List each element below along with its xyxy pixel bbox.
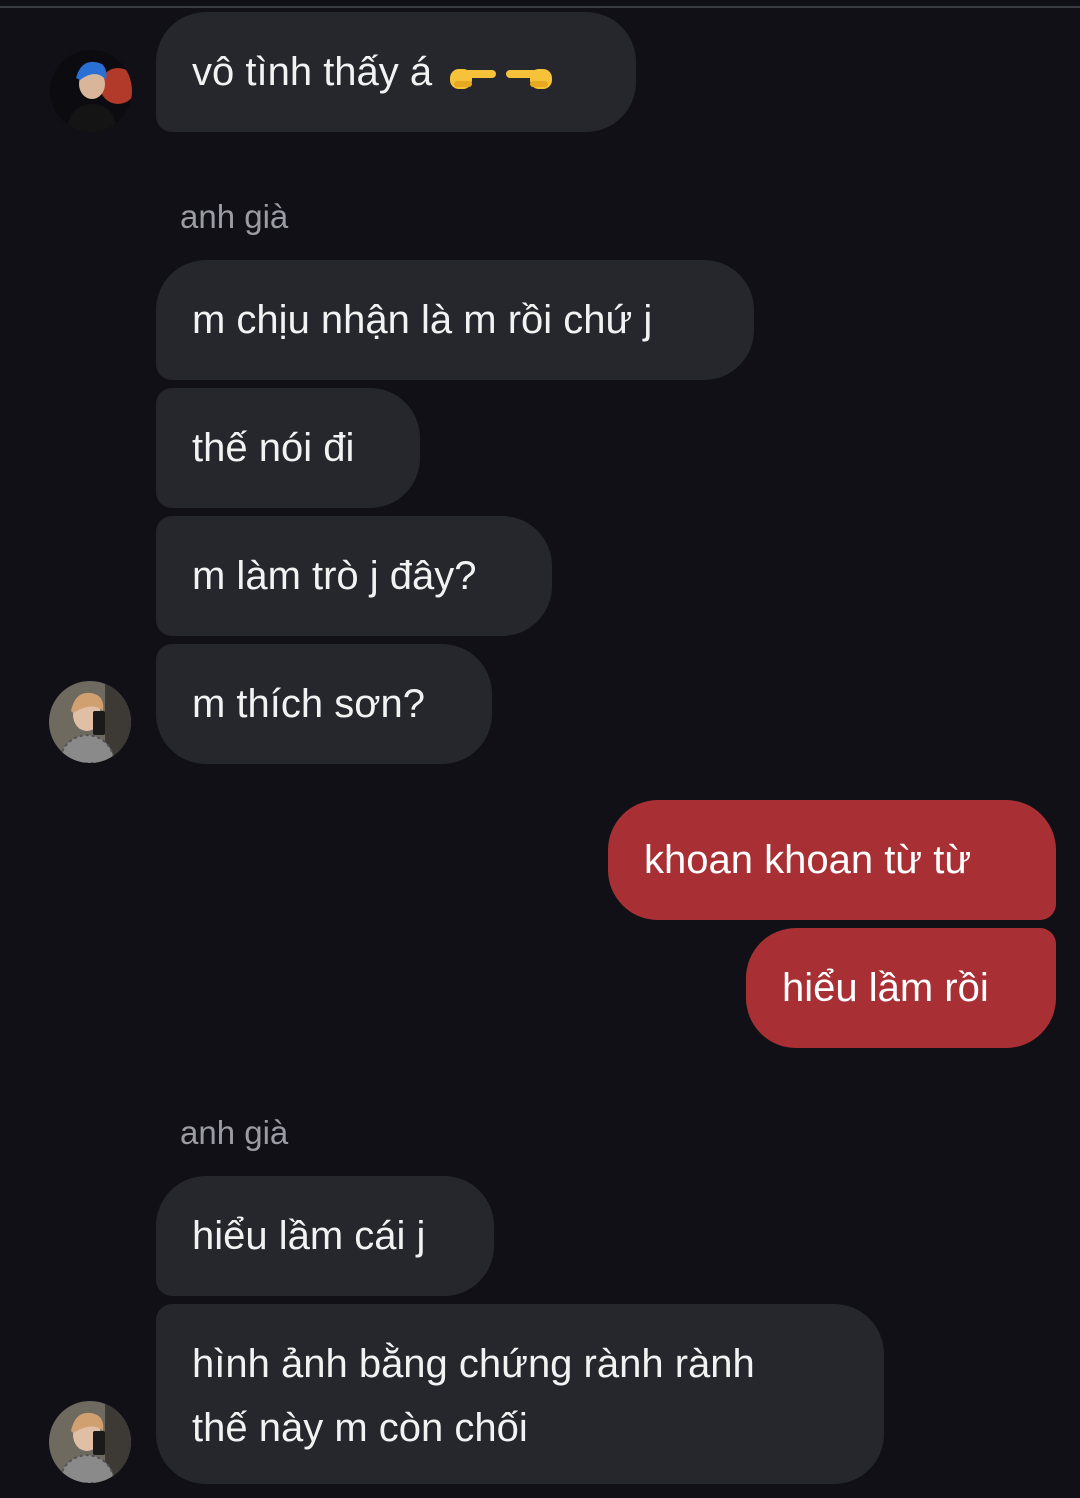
message-bubble[interactable]: khoan khoan từ từ xyxy=(608,800,1056,920)
contact-avatar[interactable] xyxy=(49,1401,131,1483)
pointing-fingers-emoji-icon xyxy=(446,52,556,92)
message-bubble[interactable]: vô tình thấy á xyxy=(156,12,636,132)
avatar-image xyxy=(50,50,132,132)
top-divider xyxy=(0,6,1080,8)
contact-avatar[interactable] xyxy=(50,50,132,132)
message-text: khoan khoan từ từ xyxy=(644,838,972,882)
message-text: hiểu lầm rồi xyxy=(782,966,989,1010)
contact-avatar[interactable] xyxy=(49,681,131,763)
message-bubble[interactable]: hiểu lầm cái j xyxy=(156,1176,494,1296)
avatar-image xyxy=(49,681,131,763)
message-bubble[interactable]: hình ảnh bằng chứng rành rành thế này m … xyxy=(156,1304,884,1484)
sender-name: anh già xyxy=(180,1114,289,1151)
message-text: m chịu nhận là m rồi chứ j xyxy=(192,298,653,342)
avatar-image xyxy=(49,1401,131,1483)
message-text: vô tình thấy á xyxy=(192,50,433,94)
message-bubble[interactable]: m chịu nhận là m rồi chứ j xyxy=(156,260,754,380)
message-text: m thích sơn? xyxy=(192,682,425,726)
message-bubble[interactable]: hiểu lầm rồi xyxy=(746,928,1056,1048)
message-text: hiểu lầm cái j xyxy=(192,1214,426,1258)
message-text-line: thế này m còn chối xyxy=(192,1406,528,1450)
message-text: thế nói đi xyxy=(192,426,355,470)
sender-name: anh già xyxy=(180,198,289,235)
message-text: m làm trò j đây? xyxy=(192,554,477,598)
message-text-line: hình ảnh bằng chứng rành rành xyxy=(192,1342,755,1386)
message-bubble[interactable]: m làm trò j đây? xyxy=(156,516,552,636)
message-bubble[interactable]: m thích sơn? xyxy=(156,644,492,764)
message-bubble[interactable]: thế nói đi xyxy=(156,388,420,508)
